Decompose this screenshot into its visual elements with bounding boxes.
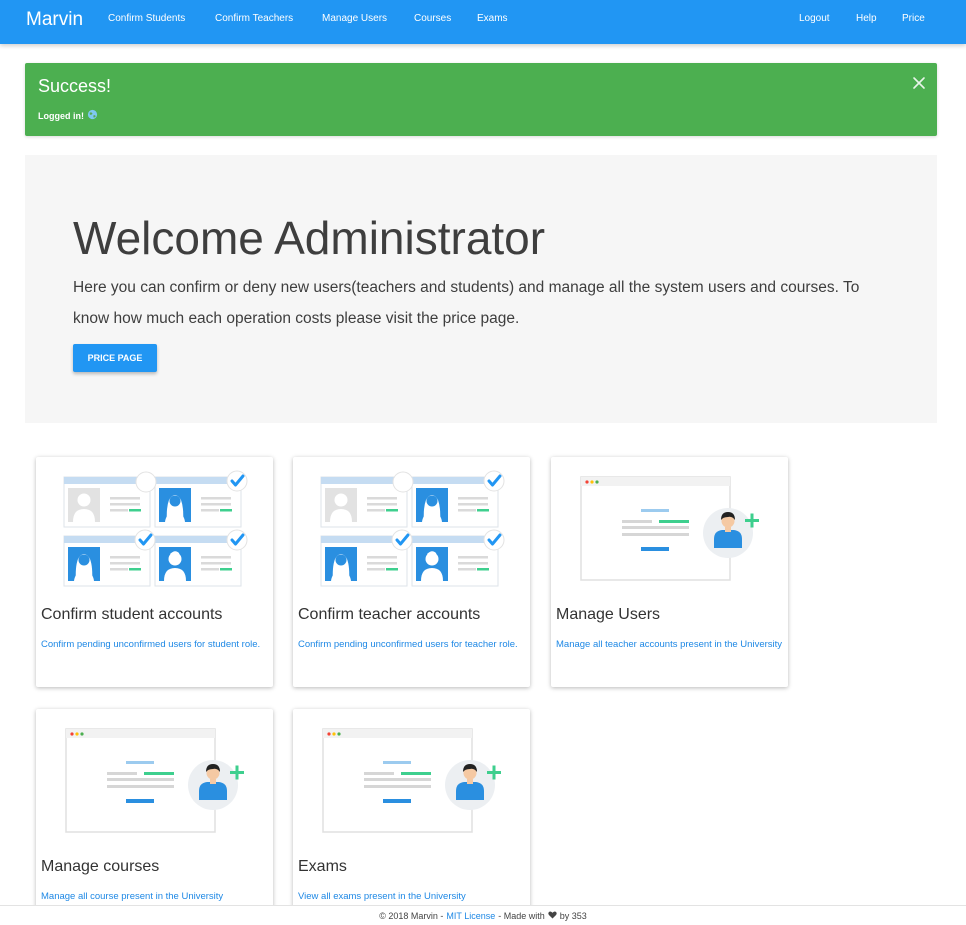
add-user-illustration <box>580 476 760 581</box>
nav-link-exams[interactable]: Exams <box>477 13 508 24</box>
card-title: Manage courses <box>41 858 160 875</box>
add-user-illustration <box>322 728 502 833</box>
nav-link-logout[interactable]: Logout <box>799 13 830 24</box>
card-description-link[interactable]: Confirm pending unconfirmed users for st… <box>41 635 269 654</box>
student-accounts-illustration <box>36 457 273 597</box>
nav-link-confirm-students[interactable]: Confirm Students <box>108 13 185 24</box>
nav-link-manage-users[interactable]: Manage Users <box>322 13 387 24</box>
nav-link-confirm-teachers[interactable]: Confirm Teachers <box>215 13 293 24</box>
footer-author: by 353 <box>559 910 587 921</box>
card-description-link[interactable]: Manage all teacher accounts present in t… <box>556 635 784 654</box>
card-description-link[interactable]: Confirm pending unconfirmed users for te… <box>298 635 526 654</box>
add-user-illustration <box>65 728 245 833</box>
card-exams[interactable]: Exams View all exams present in the Univ… <box>293 709 530 909</box>
nav-link-help[interactable]: Help <box>856 13 877 24</box>
globe-icon <box>87 109 98 122</box>
alert-message-text: Logged in! <box>38 110 84 121</box>
welcome-text: Here you can confirm or deny new users(t… <box>73 279 860 327</box>
success-alert: Success! Logged in! <box>25 63 937 136</box>
close-icon[interactable] <box>911 75 927 91</box>
footer-made-with: - Made with <box>498 910 545 921</box>
brand-logo[interactable]: Marvin <box>26 9 83 31</box>
heart-icon <box>548 910 557 921</box>
card-title: Confirm student accounts <box>41 606 223 623</box>
card-description-link[interactable]: View all exams present in the University <box>298 887 526 906</box>
page-title: Welcome Administrator <box>73 212 546 264</box>
mit-license-link[interactable]: MIT License <box>446 911 495 921</box>
alert-title: Success! <box>38 76 112 96</box>
top-navbar: Marvin Confirm Students Confirm Teachers… <box>0 0 966 44</box>
card-confirm-teachers[interactable]: Confirm teacher accounts Confirm pending… <box>293 457 530 687</box>
welcome-jumbotron: Welcome Administrator Here you can confi… <box>25 155 937 423</box>
footer-copyright: © 2018 Marvin - <box>379 910 444 921</box>
price-page-button[interactable]: PRICE PAGE <box>73 344 157 372</box>
nav-link-price[interactable]: Price <box>902 13 925 24</box>
card-title: Exams <box>298 858 347 875</box>
nav-link-courses[interactable]: Courses <box>414 13 451 24</box>
card-title: Confirm teacher accounts <box>298 606 481 623</box>
card-manage-users[interactable]: Manage Users Manage all teacher accounts… <box>551 457 788 687</box>
card-confirm-students[interactable]: Confirm student accounts Confirm pending… <box>36 457 273 687</box>
page-footer: © 2018 Marvin - MIT License - Made with … <box>0 905 966 925</box>
card-title: Manage Users <box>556 606 661 623</box>
card-manage-courses[interactable]: Manage courses Manage all course present… <box>36 709 273 909</box>
alert-message: Logged in! <box>38 109 98 122</box>
card-description-link[interactable]: Manage all course present in the Univers… <box>41 887 269 906</box>
teacher-accounts-illustration <box>293 457 530 597</box>
